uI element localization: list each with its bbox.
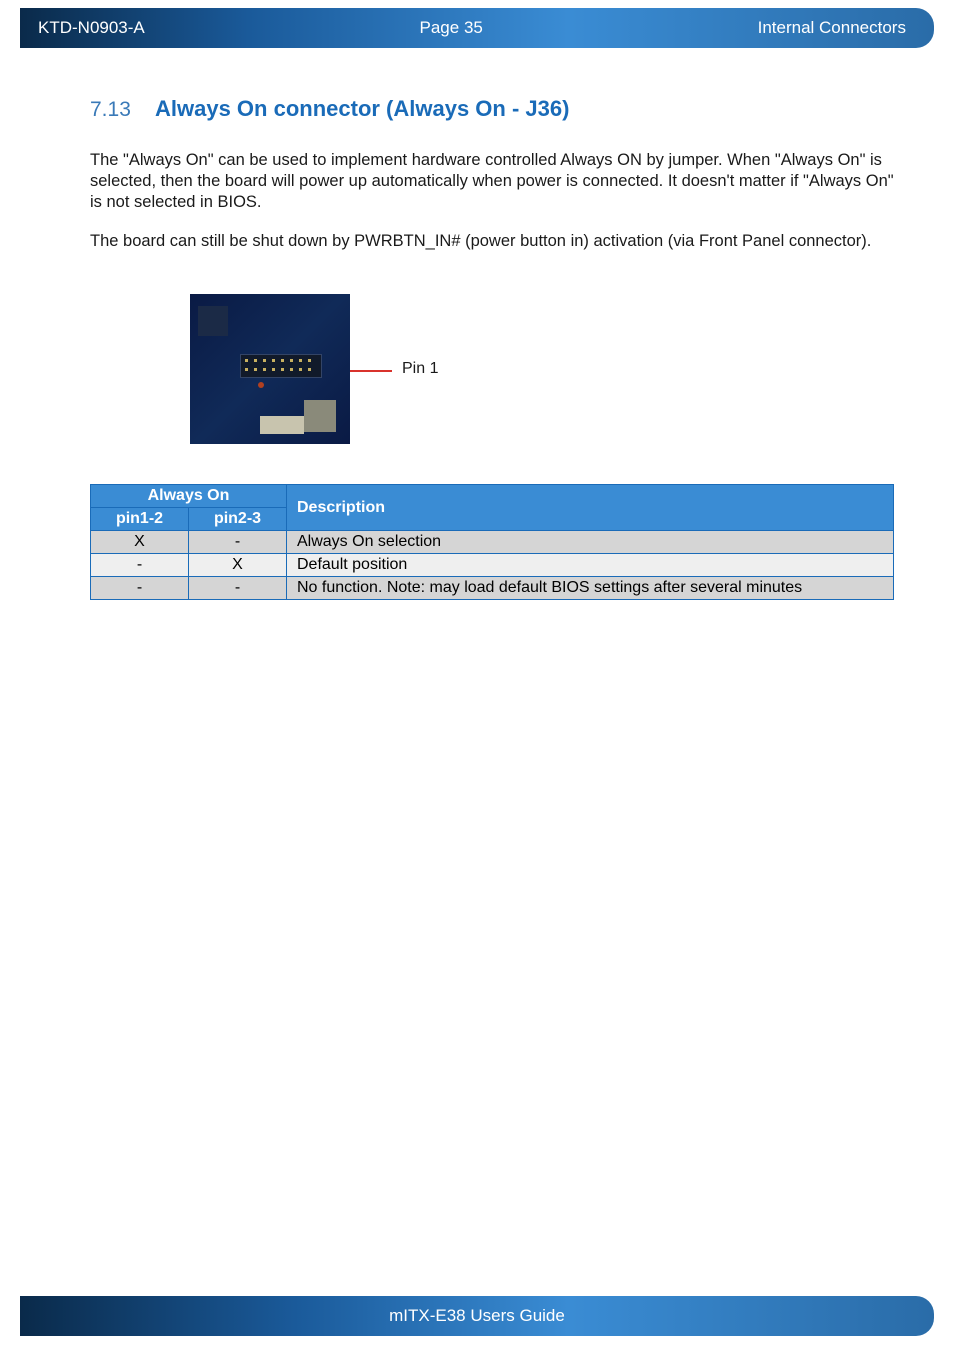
paragraph-1: The "Always On" can be used to implement…	[90, 150, 894, 213]
col-pin2-3: pin2-3	[189, 508, 287, 531]
pin1-marker-icon	[258, 382, 264, 388]
cell-pin23: -	[189, 531, 287, 554]
header-doc-id: KTD-N0903-A	[38, 18, 145, 38]
col-description: Description	[287, 485, 894, 531]
header-section: Internal Connectors	[758, 18, 906, 38]
jumper-table: Always On Description pin1-2 pin2-3 X - …	[90, 484, 894, 600]
board-component-icon	[304, 400, 336, 432]
col-pin1-2: pin1-2	[91, 508, 189, 531]
col-group-always-on: Always On	[91, 485, 287, 508]
content-area: 7.13 Always On connector (Always On - J3…	[90, 90, 894, 600]
board-image-block: Pin 1	[190, 294, 894, 444]
jumper-table-body: X - Always On selection - X Default posi…	[91, 531, 894, 600]
page-footer: mITX-E38 Users Guide	[20, 1296, 934, 1336]
cell-pin12: -	[91, 554, 189, 577]
table-row: - X Default position	[91, 554, 894, 577]
cell-desc: Always On selection	[287, 531, 894, 554]
jumper-table-header-row-1: Always On Description	[91, 485, 894, 508]
section-heading: 7.13 Always On connector (Always On - J3…	[90, 96, 894, 122]
board-connector-icon	[260, 416, 304, 434]
table-row: - - No function. Note: may load default …	[91, 577, 894, 600]
board-photo	[190, 294, 350, 444]
paragraph-2: The board can still be shut down by PWRB…	[90, 231, 894, 252]
section-number: 7.13	[90, 98, 131, 121]
section-title: Always On connector (Always On - J36)	[155, 96, 569, 121]
cell-desc: Default position	[287, 554, 894, 577]
cell-desc: No function. Note: may load default BIOS…	[287, 577, 894, 600]
cell-pin23: -	[189, 577, 287, 600]
board-header-pins-icon	[245, 358, 315, 372]
footer-title: mITX-E38 Users Guide	[389, 1306, 565, 1326]
jumper-table-head: Always On Description pin1-2 pin2-3	[91, 485, 894, 531]
page-root: KTD-N0903-A Page 35 Internal Connectors …	[0, 0, 954, 1350]
pin1-label: Pin 1	[402, 360, 438, 378]
table-row: X - Always On selection	[91, 531, 894, 554]
cell-pin23: X	[189, 554, 287, 577]
pin1-callout: Pin 1	[350, 360, 438, 378]
cell-pin12: -	[91, 577, 189, 600]
board-chip-icon	[198, 306, 228, 336]
cell-pin12: X	[91, 531, 189, 554]
page-header: KTD-N0903-A Page 35 Internal Connectors	[20, 8, 934, 48]
header-page-number: Page 35	[420, 18, 483, 38]
